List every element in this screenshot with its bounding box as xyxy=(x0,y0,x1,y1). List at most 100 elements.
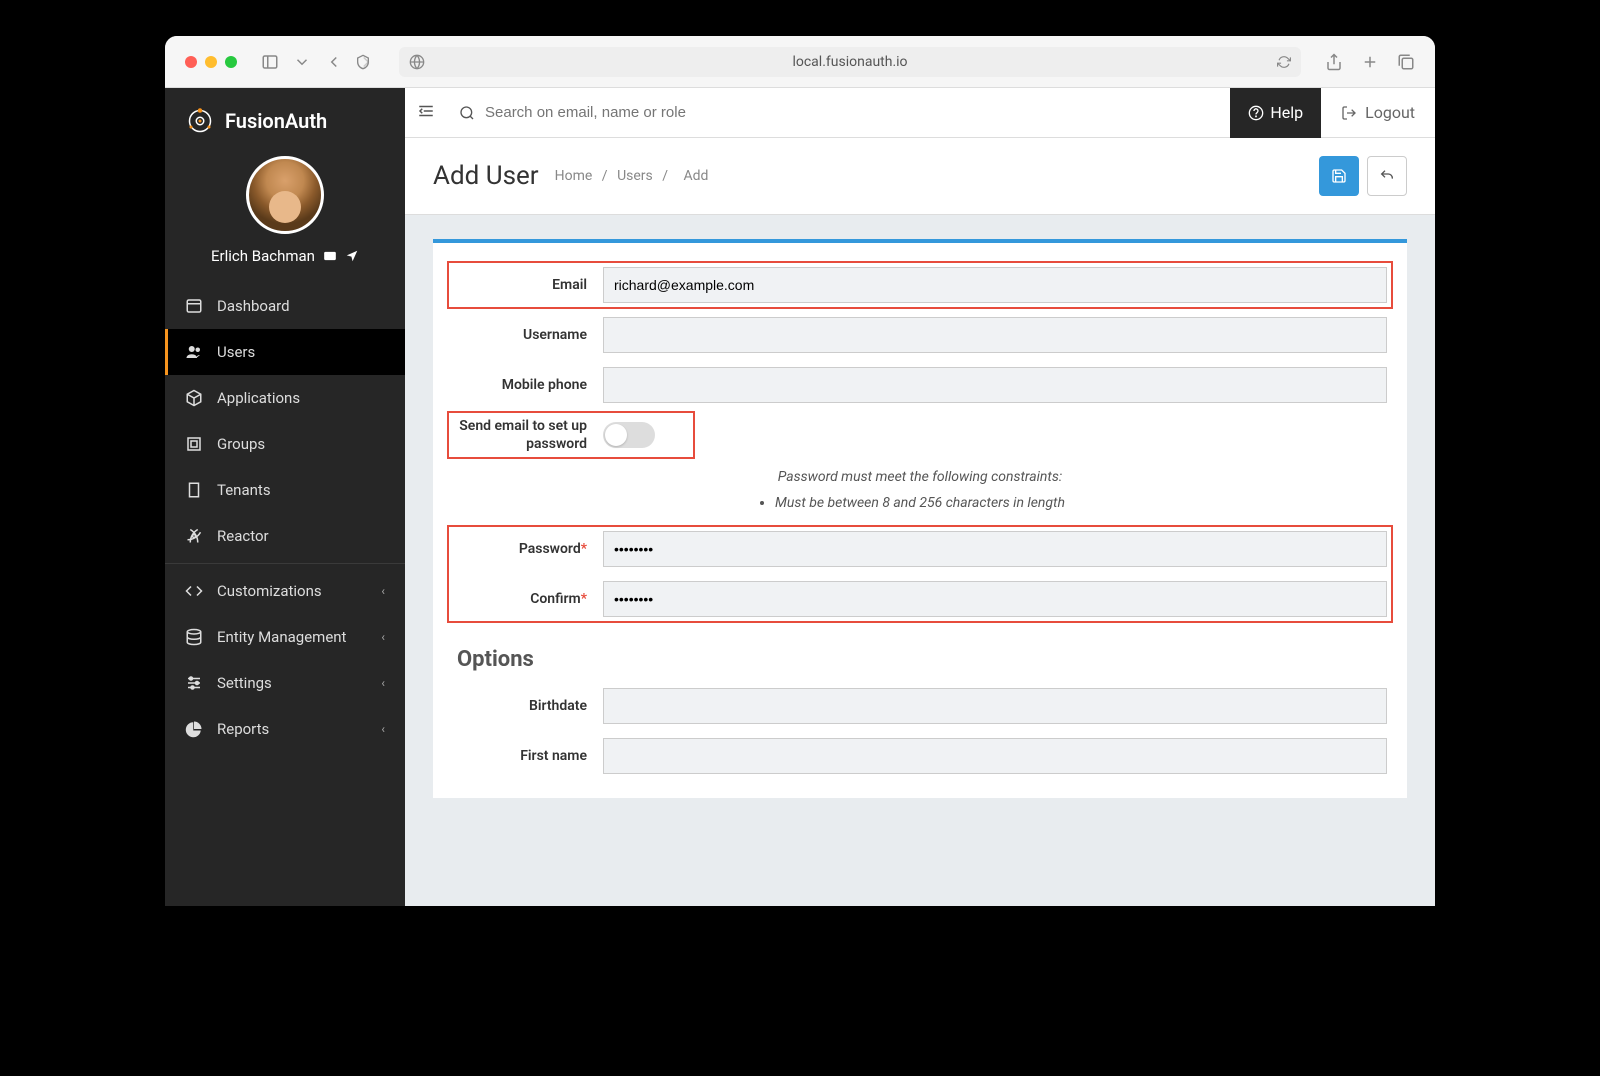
app: FusionAuth Erlich Bachman Dashboard User… xyxy=(165,88,1435,906)
undo-icon xyxy=(1379,168,1395,184)
minimize-window-icon[interactable] xyxy=(205,56,217,68)
topbar: Help Logout xyxy=(405,88,1435,138)
birthdate-field[interactable] xyxy=(603,688,1387,724)
firstname-field[interactable] xyxy=(603,738,1387,774)
indent-icon xyxy=(417,102,435,120)
email-label: Email xyxy=(453,277,603,293)
search-input[interactable] xyxy=(485,104,1218,121)
shield-icon xyxy=(355,54,371,70)
send-email-label: Send email to set up password xyxy=(453,417,603,453)
nav: Dashboard Users Applications Groups Tena… xyxy=(165,283,405,752)
brand: FusionAuth xyxy=(165,88,405,146)
reactor-icon xyxy=(185,527,203,545)
search-bar xyxy=(447,104,1230,121)
profile: Erlich Bachman xyxy=(165,146,405,283)
breadcrumb-users[interactable]: Users xyxy=(617,168,653,184)
email-field[interactable] xyxy=(603,267,1387,303)
chevron-left-icon: ‹ xyxy=(381,630,385,644)
chevron-left-icon: ‹ xyxy=(381,722,385,736)
nav-separator xyxy=(165,563,405,564)
sidebar: FusionAuth Erlich Bachman Dashboard User… xyxy=(165,88,405,906)
titlebar-right-icons xyxy=(1325,53,1415,71)
sidebar-item-dashboard[interactable]: Dashboard xyxy=(165,283,405,329)
breadcrumb-current: Add xyxy=(684,168,709,184)
nav-back-icon[interactable] xyxy=(325,53,343,71)
highlight-email: Email xyxy=(447,261,1393,309)
mobile-label: Mobile phone xyxy=(453,377,603,393)
tabs-icon[interactable] xyxy=(1397,53,1415,71)
dashboard-icon xyxy=(185,297,203,315)
database-icon xyxy=(185,628,203,646)
logout-icon xyxy=(1341,105,1357,121)
code-icon xyxy=(185,582,203,600)
highlight-send-email: Send email to set up password xyxy=(447,411,695,459)
brand-logo-icon xyxy=(185,106,215,136)
options-title: Options xyxy=(457,647,1387,672)
save-button[interactable] xyxy=(1319,156,1359,196)
form-panel: Email Username Mobile phone S xyxy=(433,239,1407,798)
page-header: Add User Home / Users / Add xyxy=(405,138,1435,215)
globe-icon xyxy=(409,54,425,70)
password-rule: Must be between 8 and 256 characters in … xyxy=(775,495,1065,511)
mobile-field[interactable] xyxy=(603,367,1387,403)
refresh-icon[interactable] xyxy=(1277,55,1291,69)
sidebar-item-reactor[interactable]: Reactor xyxy=(165,513,405,559)
highlight-password: Password* Confirm* xyxy=(447,525,1393,623)
breadcrumb: Home / Users / Add xyxy=(555,168,715,184)
password-hint-list: Must be between 8 and 256 characters in … xyxy=(775,495,1065,511)
sidebar-item-customizations[interactable]: Customizations ‹ xyxy=(165,568,405,614)
sidebar-item-tenants[interactable]: Tenants xyxy=(165,467,405,513)
users-icon xyxy=(185,343,203,361)
password-field[interactable] xyxy=(603,531,1387,567)
back-button[interactable] xyxy=(1367,156,1407,196)
box-icon xyxy=(185,389,203,407)
brand-text: FusionAuth xyxy=(225,109,327,133)
sidebar-item-applications[interactable]: Applications xyxy=(165,375,405,421)
traffic-lights xyxy=(185,56,237,68)
maximize-window-icon[interactable] xyxy=(225,56,237,68)
sidebar-item-settings[interactable]: Settings ‹ xyxy=(165,660,405,706)
id-card-icon[interactable] xyxy=(323,249,337,263)
send-email-toggle[interactable] xyxy=(603,422,655,448)
avatar[interactable] xyxy=(246,156,324,234)
sidebar-item-groups[interactable]: Groups xyxy=(165,421,405,467)
url-bar[interactable]: local.fusionauth.io xyxy=(399,47,1301,77)
birthdate-label: Birthdate xyxy=(453,698,603,714)
group-icon xyxy=(185,435,203,453)
pie-chart-icon xyxy=(185,720,203,738)
username-label: Username xyxy=(453,327,603,343)
location-arrow-icon[interactable] xyxy=(345,249,359,263)
close-window-icon[interactable] xyxy=(185,56,197,68)
chevron-down-icon[interactable] xyxy=(293,53,311,71)
confirm-field[interactable] xyxy=(603,581,1387,617)
password-hint: Password must meet the following constra… xyxy=(453,469,1387,485)
password-label: Password* xyxy=(453,541,603,557)
new-tab-icon[interactable] xyxy=(1361,53,1379,71)
share-icon[interactable] xyxy=(1325,53,1343,71)
confirm-label: Confirm* xyxy=(453,591,603,607)
firstname-label: First name xyxy=(453,748,603,764)
save-icon xyxy=(1331,168,1347,184)
help-icon xyxy=(1248,105,1264,121)
sidebar-item-users[interactable]: Users xyxy=(165,329,405,375)
sliders-icon xyxy=(185,674,203,692)
header-actions xyxy=(1319,156,1407,196)
building-icon xyxy=(185,481,203,499)
chevron-left-icon: ‹ xyxy=(381,584,385,598)
help-button[interactable]: Help xyxy=(1230,88,1321,138)
breadcrumb-home[interactable]: Home xyxy=(555,168,593,184)
profile-name: Erlich Bachman xyxy=(211,247,359,265)
browser-window: local.fusionauth.io FusionAuth Erlich Ba… xyxy=(165,36,1435,906)
username-field[interactable] xyxy=(603,317,1387,353)
page-title: Add User xyxy=(433,161,539,191)
sidebar-toggle-icon[interactable] xyxy=(261,53,279,71)
search-icon xyxy=(459,105,475,121)
sidebar-collapse-button[interactable] xyxy=(405,102,447,124)
sidebar-item-entity-management[interactable]: Entity Management ‹ xyxy=(165,614,405,660)
main: Help Logout Add User Home / Users / Add xyxy=(405,88,1435,906)
content: Email Username Mobile phone S xyxy=(405,215,1435,906)
sidebar-item-reports[interactable]: Reports ‹ xyxy=(165,706,405,752)
logout-button[interactable]: Logout xyxy=(1321,103,1435,122)
chevron-left-icon: ‹ xyxy=(381,676,385,690)
url-text: local.fusionauth.io xyxy=(792,54,907,70)
